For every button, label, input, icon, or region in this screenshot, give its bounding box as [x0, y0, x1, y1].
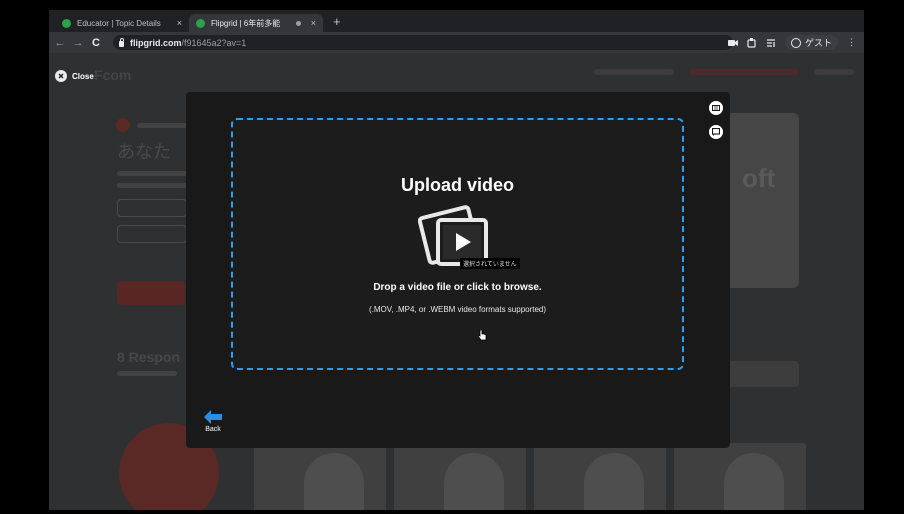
upload-modal: Upload video 選択されていません Drop a video file… — [186, 92, 730, 448]
browser-window: Educator | Topic Details × Flipgrid | 6年… — [49, 10, 864, 510]
camera-icon[interactable] — [727, 39, 738, 47]
tab-title: Flipgrid | 6年前多能 — [211, 18, 281, 28]
extension-icon[interactable] — [747, 37, 757, 48]
background-nav-item — [814, 69, 854, 75]
close-button[interactable]: Close — [55, 70, 94, 82]
tab-title: Educator | Topic Details — [77, 18, 161, 28]
close-icon — [55, 70, 67, 82]
pointer-cursor-icon — [477, 329, 487, 341]
profile-label: ゲスト — [804, 38, 832, 48]
flipgrid-favicon-icon — [62, 18, 71, 28]
supported-formats: (.MOV, .MP4, or .WEBM video formats supp… — [368, 305, 547, 314]
back-label: Back — [205, 426, 221, 433]
back-button[interactable]: Back — [202, 410, 224, 433]
background-button — [117, 199, 187, 217]
background-face — [724, 453, 784, 510]
background-brand: Fcom — [94, 67, 132, 83]
tab-educator[interactable]: Educator | Topic Details × — [55, 14, 189, 32]
close-label: Close — [72, 71, 94, 81]
background-text-line — [117, 171, 187, 176]
background-red-button — [117, 281, 185, 305]
toolbar-actions: ゲスト ⋮ — [727, 35, 856, 50]
tab-flipgrid[interactable]: Flipgrid | 6年前多能 × — [189, 14, 323, 32]
new-tab-button[interactable]: + — [333, 15, 341, 29]
back-arrow-icon — [204, 410, 222, 424]
browser-menu-icon[interactable]: ⋮ — [847, 37, 856, 48]
reload-icon[interactable]: C — [89, 37, 103, 49]
profile-button[interactable]: ゲスト — [784, 35, 838, 50]
flipgrid-favicon-icon — [196, 18, 205, 28]
captions-icon[interactable] — [709, 125, 723, 139]
reading-list-icon[interactable] — [766, 38, 776, 48]
url-host: flipgrid.com — [130, 37, 182, 48]
video-dropzone[interactable]: Upload video 選択されていません Drop a video file… — [231, 118, 684, 370]
tab-strip: Educator | Topic Details × Flipgrid | 6年… — [49, 10, 864, 32]
background-card-text: oft — [742, 163, 776, 193]
background-text-line — [137, 123, 187, 128]
back-arrow-icon[interactable]: ← — [53, 37, 67, 49]
forward-arrow-icon[interactable]: → — [71, 37, 85, 49]
background-face — [444, 453, 504, 510]
address-bar[interactable]: flipgrid.com /f91645a2?av=1 — [113, 35, 733, 50]
profile-avatar-icon — [790, 37, 801, 48]
background-face — [304, 453, 364, 510]
upload-title: Upload video — [400, 175, 514, 195]
background-text-line — [117, 371, 177, 376]
keyboard-icon[interactable] — [709, 101, 723, 115]
page-content: Fcom あなた 8 Respon oft Close Upload video… — [49, 53, 864, 510]
tab-close-icon[interactable]: × — [177, 18, 182, 28]
background-text-line — [117, 183, 187, 188]
background-nav-item — [689, 69, 799, 75]
url-path: /f91645a2?av=1 — [181, 37, 247, 48]
background-button — [117, 225, 187, 243]
drop-instructions: Drop a video file or click to browse. — [373, 282, 542, 293]
file-status-label: 選択されていません — [460, 258, 520, 269]
lock-icon — [119, 37, 124, 47]
background-responses-heading: 8 Respon — [117, 349, 181, 365]
browser-toolbar: ← → C flipgrid.com /f91645a2?av=1 ゲスト ⋮ — [49, 32, 864, 53]
media-playing-icon — [295, 20, 301, 26]
background-avatar — [116, 118, 130, 132]
background-heading: あなた — [117, 142, 171, 162]
background-face — [584, 453, 644, 510]
background-nav-item — [594, 69, 674, 75]
tab-close-icon[interactable]: × — [311, 18, 316, 28]
